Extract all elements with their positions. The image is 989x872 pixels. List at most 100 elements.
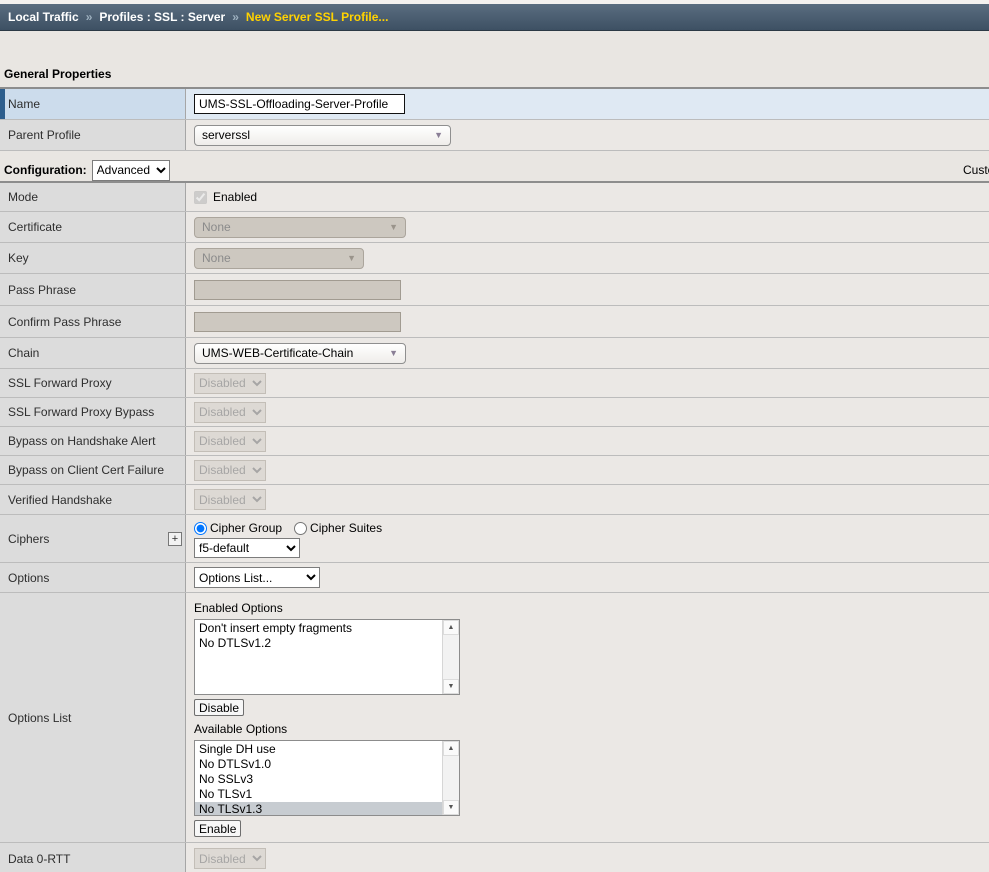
parent-profile-value-cell: serverssl ▼ bbox=[186, 120, 989, 150]
pass-phrase-label-cell: Pass Phrase bbox=[0, 274, 186, 305]
verified-handshake-label-cell: Verified Handshake bbox=[0, 485, 186, 514]
data-0rtt-select: Disabled bbox=[194, 848, 266, 869]
data-0rtt-label: Data 0-RTT bbox=[8, 852, 70, 866]
chevron-down-icon: ▼ bbox=[434, 130, 443, 140]
ssl-forward-proxy-bypass-label-cell: SSL Forward Proxy Bypass bbox=[0, 398, 186, 426]
configuration-label: Configuration: bbox=[4, 163, 87, 177]
cipher-suites-radio[interactable] bbox=[294, 522, 307, 535]
bypass-on-handshake-alert-select: Disabled bbox=[194, 431, 266, 452]
list-item[interactable]: No DTLSv1.0 bbox=[195, 757, 442, 772]
row-bypass-on-handshake-alert: Bypass on Handshake Alert Disabled bbox=[0, 427, 989, 456]
ssl-forward-proxy-bypass-value-cell: Disabled bbox=[186, 398, 989, 426]
parent-profile-label-cell: Parent Profile bbox=[0, 120, 186, 150]
list-item[interactable]: No SSLv3 bbox=[195, 772, 442, 787]
available-options-listbox[interactable]: Single DH use No DTLSv1.0 No SSLv3 No TL… bbox=[194, 740, 460, 816]
general-properties-table: Name Parent Profile serverssl ▼ bbox=[0, 87, 989, 151]
chevron-down-icon: ▼ bbox=[389, 348, 398, 358]
key-label: Key bbox=[8, 251, 29, 265]
data-0rtt-label-cell: Data 0-RTT bbox=[0, 843, 186, 872]
bypass-on-handshake-alert-label-cell: Bypass on Handshake Alert bbox=[0, 427, 186, 455]
row-bypass-on-client-cert-failure: Bypass on Client Cert Failure Disabled bbox=[0, 456, 989, 485]
parent-profile-select[interactable]: serverssl ▼ bbox=[194, 125, 451, 146]
ciphers-value-cell: Cipher Group Cipher Suites f5-default bbox=[186, 515, 989, 562]
cipher-suites-radio-option[interactable]: Cipher Suites bbox=[294, 521, 382, 535]
confirm-pass-phrase-value-cell bbox=[186, 306, 989, 337]
certificate-label-cell: Certificate bbox=[0, 212, 186, 242]
options-list-value-cell: Enabled Options Don't insert empty fragm… bbox=[186, 593, 989, 842]
confirm-pass-phrase-input bbox=[194, 312, 401, 332]
pass-phrase-input bbox=[194, 280, 401, 300]
bypass-on-client-cert-failure-label: Bypass on Client Cert Failure bbox=[8, 463, 164, 477]
pass-phrase-value-cell bbox=[186, 274, 989, 305]
ciphers-radio-group: Cipher Group Cipher Suites bbox=[194, 521, 390, 535]
scroll-down-icon[interactable]: ▼ bbox=[443, 679, 459, 694]
enabled-options-items: Don't insert empty fragments No DTLSv1.2 bbox=[195, 620, 442, 694]
pass-phrase-label: Pass Phrase bbox=[8, 283, 76, 297]
chain-select[interactable]: UMS-WEB-Certificate-Chain ▼ bbox=[194, 343, 406, 364]
key-label-cell: Key bbox=[0, 243, 186, 273]
chevron-down-icon: ▼ bbox=[389, 222, 398, 232]
ssl-forward-proxy-label: SSL Forward Proxy bbox=[8, 376, 112, 390]
mode-enabled-checkbox bbox=[194, 191, 207, 204]
breadcrumb-profiles-ssl-server-link[interactable]: Profiles : SSL : Server bbox=[99, 10, 225, 24]
scroll-up-icon[interactable]: ▲ bbox=[443, 620, 459, 635]
custom-column-label: Custom bbox=[963, 163, 989, 177]
mode-enabled-checkbox-label: Enabled bbox=[213, 190, 257, 204]
list-item[interactable]: No TLSv1 bbox=[195, 787, 442, 802]
list-item[interactable]: Single DH use bbox=[195, 742, 442, 757]
row-ciphers: Ciphers + Cipher Group Cipher Suites f5-… bbox=[0, 515, 989, 563]
breadcrumb-current-page: New Server SSL Profile... bbox=[246, 10, 389, 24]
ciphers-expand-button[interactable]: + bbox=[168, 532, 182, 546]
enabled-options-listbox[interactable]: Don't insert empty fragments No DTLSv1.2… bbox=[194, 619, 460, 695]
key-value-cell: None ▼ bbox=[186, 243, 989, 273]
enable-button[interactable]: Enable bbox=[194, 820, 241, 837]
chain-selected-value: UMS-WEB-Certificate-Chain bbox=[202, 346, 353, 360]
general-properties-title: General Properties bbox=[4, 67, 989, 81]
bypass-on-client-cert-failure-select: Disabled bbox=[194, 460, 266, 481]
certificate-select: None ▼ bbox=[194, 217, 406, 238]
scroll-up-icon[interactable]: ▲ bbox=[443, 741, 459, 756]
row-name: Name bbox=[0, 89, 989, 120]
certificate-label: Certificate bbox=[8, 220, 62, 234]
row-options: Options Options List... bbox=[0, 563, 989, 593]
enabled-options-scrollbar[interactable]: ▲ ▼ bbox=[442, 620, 459, 694]
enabled-options-title: Enabled Options bbox=[194, 601, 283, 615]
row-pass-phrase: Pass Phrase bbox=[0, 274, 989, 306]
bypass-on-client-cert-failure-label-cell: Bypass on Client Cert Failure bbox=[0, 456, 186, 484]
chevron-down-icon: ▼ bbox=[347, 253, 356, 263]
row-confirm-pass-phrase: Confirm Pass Phrase bbox=[0, 306, 989, 338]
options-label: Options bbox=[8, 571, 49, 585]
configuration-level-select[interactable]: Advanced bbox=[92, 160, 170, 181]
breadcrumb-local-traffic-link[interactable]: Local Traffic bbox=[8, 10, 79, 24]
data-0rtt-value-cell: Disabled bbox=[186, 843, 989, 872]
options-value-cell: Options List... bbox=[186, 563, 989, 592]
list-item[interactable]: No DTLSv1.2 bbox=[195, 636, 442, 651]
cipher-group-radio[interactable] bbox=[194, 522, 207, 535]
bypass-on-client-cert-failure-value-cell: Disabled bbox=[186, 456, 989, 484]
available-options-scrollbar[interactable]: ▲ ▼ bbox=[442, 741, 459, 815]
bypass-on-handshake-alert-value-cell: Disabled bbox=[186, 427, 989, 455]
cipher-group-radio-option[interactable]: Cipher Group bbox=[194, 521, 282, 535]
breadcrumb: Local Traffic » Profiles : SSL : Server … bbox=[0, 4, 989, 31]
cipher-group-select[interactable]: f5-default bbox=[194, 538, 300, 558]
ssl-forward-proxy-value-cell: Disabled bbox=[186, 369, 989, 397]
row-ssl-forward-proxy-bypass: SSL Forward Proxy Bypass Disabled bbox=[0, 398, 989, 427]
options-label-cell: Options bbox=[0, 563, 186, 592]
row-data-0rtt: Data 0-RTT Disabled bbox=[0, 843, 989, 872]
verified-handshake-select: Disabled bbox=[194, 489, 266, 510]
parent-profile-label: Parent Profile bbox=[8, 128, 81, 142]
row-parent-profile: Parent Profile serverssl ▼ bbox=[0, 120, 989, 151]
chain-label-cell: Chain bbox=[0, 338, 186, 368]
row-mode: Mode Enabled bbox=[0, 183, 989, 212]
options-mode-select[interactable]: Options List... bbox=[194, 567, 320, 588]
disable-button[interactable]: Disable bbox=[194, 699, 244, 716]
verified-handshake-label: Verified Handshake bbox=[8, 493, 112, 507]
cipher-group-radio-label: Cipher Group bbox=[210, 521, 282, 535]
name-label: Name bbox=[8, 97, 40, 111]
row-verified-handshake: Verified Handshake Disabled bbox=[0, 485, 989, 515]
name-input[interactable] bbox=[194, 94, 405, 114]
list-item[interactable]: Don't insert empty fragments bbox=[195, 621, 442, 636]
list-item-selected[interactable]: No TLSv1.3 bbox=[195, 802, 442, 815]
scroll-down-icon[interactable]: ▼ bbox=[443, 800, 459, 815]
certificate-selected-value: None bbox=[202, 220, 231, 234]
